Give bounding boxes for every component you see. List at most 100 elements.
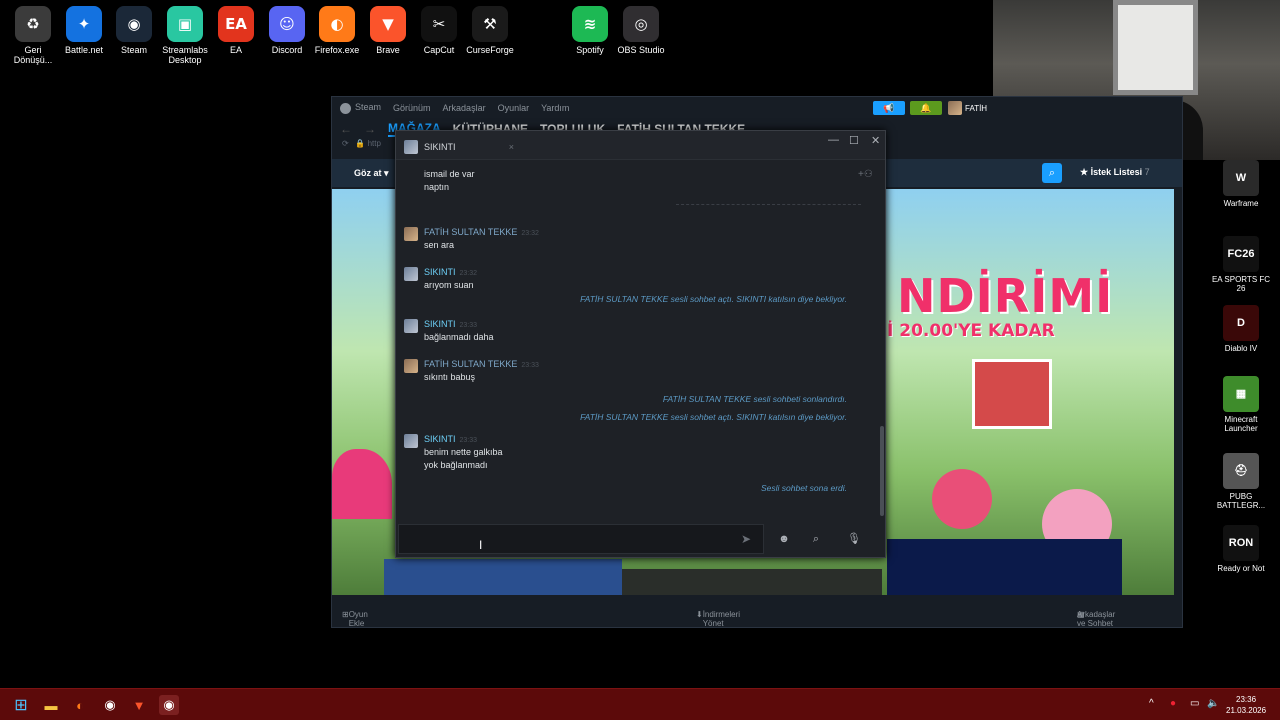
start-windows-icon[interactable]: ⊞ xyxy=(11,695,31,715)
tray-app-icon[interactable]: ● xyxy=(1170,698,1176,709)
app-icon: EA xyxy=(218,6,254,42)
chat-message: FATİH SULTAN TEKKE 23:33 sıkıntı babuş xyxy=(404,359,539,382)
friends-chat-button[interactable]: Arkadaşlar ve Sohbet ▦ xyxy=(1077,610,1115,628)
refresh-icon[interactable]: ⟳ xyxy=(342,139,349,148)
send-icon[interactable]: ➤ xyxy=(734,529,758,549)
wishlist-link[interactable]: ★ İstek Listesi 7 xyxy=(1080,167,1150,178)
back-arrow-icon[interactable]: ← xyxy=(340,122,352,136)
system-message: FATİH SULTAN TEKKE sesli sohbeti sonland… xyxy=(662,394,847,404)
game-thumbnail[interactable] xyxy=(887,539,1122,595)
desktop-icon-label: Minecraft Launcher xyxy=(1224,415,1258,433)
desktop-icon[interactable]: ⛑ PUBG BATTLEGR... xyxy=(1211,453,1271,510)
app-icon: ◎ xyxy=(623,6,659,42)
maximize-icon[interactable]: ☐ xyxy=(849,134,859,147)
message-time: 23:33 xyxy=(459,437,478,444)
emoji-icon[interactable]: ☻ xyxy=(773,529,795,549)
desktop-icon[interactable]: RON Ready or Not xyxy=(1211,525,1271,573)
add-friend-icon[interactable]: +⚇ xyxy=(858,169,873,180)
desktop-icon-label: Streamlabs Desktop xyxy=(162,45,208,65)
avatar[interactable] xyxy=(404,267,418,281)
steam-taskbar-icon[interactable]: ◉ xyxy=(100,695,120,715)
desktop-icon[interactable]: W Warframe xyxy=(1211,160,1271,208)
hero-title: NDİRİMİ xyxy=(897,269,1114,323)
attach-icon[interactable]: ⌕ xyxy=(805,529,827,549)
minimize-icon[interactable]: — xyxy=(828,134,839,146)
avatar[interactable] xyxy=(404,227,418,241)
game-thumbnail[interactable] xyxy=(622,569,882,595)
app-icon: RON xyxy=(1223,525,1259,561)
account-menu[interactable]: FATİH xyxy=(948,101,987,115)
message-time: 23:33 xyxy=(459,322,478,329)
chat-input[interactable] xyxy=(398,524,764,554)
tab-close-icon[interactable]: × xyxy=(509,142,514,152)
sender-name[interactable]: FATİH SULTAN TEKKE xyxy=(424,359,517,369)
manage-downloads-button[interactable]: ⬇ İndirmeleri Yönet xyxy=(696,610,740,628)
sender-name[interactable]: SIKINTI xyxy=(424,319,456,329)
chat-header: SIKINTI × — ☐ ✕ xyxy=(396,131,885,160)
message-time: 23:32 xyxy=(521,230,539,237)
firefox-icon[interactable]: ◐ xyxy=(70,695,90,715)
sender-name[interactable]: FATİH SULTAN TEKKE xyxy=(424,227,517,237)
volume-icon[interactable]: 🔈 xyxy=(1207,698,1219,709)
chat-scrollbar[interactable] xyxy=(880,426,884,516)
announce-icon[interactable]: 📢 xyxy=(873,101,905,115)
desktop-icon[interactable]: ⚒ CurseForge xyxy=(461,6,519,55)
desktop-icon[interactable]: ◎ OBS Studio xyxy=(612,6,670,55)
app-icon: ✦ xyxy=(66,6,102,42)
desktop-icon[interactable]: FC26 EA SPORTS FC 26 xyxy=(1211,236,1271,293)
message-text: naptın xyxy=(424,182,450,192)
text-cursor-icon: I xyxy=(479,538,483,552)
steam-active-icon[interactable]: ◉ xyxy=(159,695,179,715)
desktop-icon[interactable]: ▦ Minecraft Launcher xyxy=(1211,376,1271,433)
desktop-icon-label: EA xyxy=(229,45,242,55)
notification-bell-icon[interactable]: 🔔 xyxy=(910,101,942,115)
game-thumbnail[interactable] xyxy=(384,559,622,595)
steam-bottom-bar: ⊞ Oyun Ekle ⬇ İndirmeleri Yönet Arkadaşl… xyxy=(332,602,1182,628)
add-game-button[interactable]: ⊞ Oyun Ekle xyxy=(342,610,368,628)
chat-tab[interactable]: SIKINTI × xyxy=(400,136,518,158)
brave-icon[interactable]: ▼ xyxy=(129,695,149,715)
app-icon: W xyxy=(1223,160,1259,196)
message-time: 23:32 xyxy=(459,270,478,277)
clock[interactable]: 23:36 21.03.2026 xyxy=(1226,694,1266,716)
menu-games[interactable]: Oyunlar xyxy=(498,103,530,113)
desktop-icon[interactable]: ✂ CapCut xyxy=(410,6,468,55)
desktop-icon[interactable]: ◉ Steam xyxy=(105,6,163,55)
file-explorer-icon[interactable]: ▬ xyxy=(41,695,61,715)
menu-friends[interactable]: Arkadaşlar xyxy=(443,103,486,113)
system-message: FATİH SULTAN TEKKE sesli sohbet açtı. SI… xyxy=(580,412,847,422)
message-text: bağlanmadı daha xyxy=(424,332,494,342)
chat-log[interactable]: ismail de var naptın FATİH SULTAN TEKKE 23:… xyxy=(396,161,881,516)
voice-chat-icon[interactable]: 🎙 xyxy=(843,529,865,549)
avatar[interactable] xyxy=(404,434,418,448)
url-text[interactable]: http xyxy=(368,139,381,148)
menu-help[interactable]: Yardım xyxy=(541,103,569,113)
divider xyxy=(676,204,861,205)
search-icon[interactable]: ⌕ xyxy=(1042,163,1062,183)
tray-expand-icon[interactable]: ^ xyxy=(1149,698,1154,709)
desktop-icon[interactable]: ◐ Firefox.exe xyxy=(308,6,366,55)
desktop-icon[interactable]: ≋ Spotify xyxy=(561,6,619,55)
system-message: FATİH SULTAN TEKKE sesli sohbet açtı. SI… xyxy=(580,294,847,304)
menu-view[interactable]: Görünüm xyxy=(393,103,431,113)
flower-decoration xyxy=(932,469,992,529)
steam-menubar: Steam Görünüm Arkadaşlar Oyunlar Yardım … xyxy=(332,97,1182,119)
desktop-icon[interactable]: EA EA xyxy=(207,6,265,55)
close-icon[interactable]: ✕ xyxy=(871,134,880,147)
menu-steam[interactable]: Steam xyxy=(355,102,381,112)
avatar[interactable] xyxy=(404,359,418,373)
forward-arrow-icon[interactable]: → xyxy=(364,122,376,136)
message-text: sıkıntı babuş xyxy=(424,372,476,382)
desktop-icon[interactable]: ▼ Brave xyxy=(359,6,417,55)
avatar[interactable] xyxy=(404,319,418,333)
app-icon: FC26 xyxy=(1223,236,1259,272)
chat-message: FATİH SULTAN TEKKE 23:32 sen ara xyxy=(404,227,539,250)
network-icon[interactable]: ▭ xyxy=(1190,698,1199,709)
sender-name[interactable]: SIKINTI xyxy=(424,434,456,444)
sender-name[interactable]: SIKINTI xyxy=(424,267,456,277)
desktop-icon-label: Ready or Not xyxy=(1217,564,1265,573)
browse-menu[interactable]: Göz at ▾ xyxy=(354,168,389,179)
desktop-icon[interactable]: ♻ Geri Dönüşü... xyxy=(4,6,62,65)
desktop-icon[interactable]: D Diablo IV xyxy=(1211,305,1271,353)
desktop-icon[interactable]: ▣ Streamlabs Desktop xyxy=(156,6,214,65)
